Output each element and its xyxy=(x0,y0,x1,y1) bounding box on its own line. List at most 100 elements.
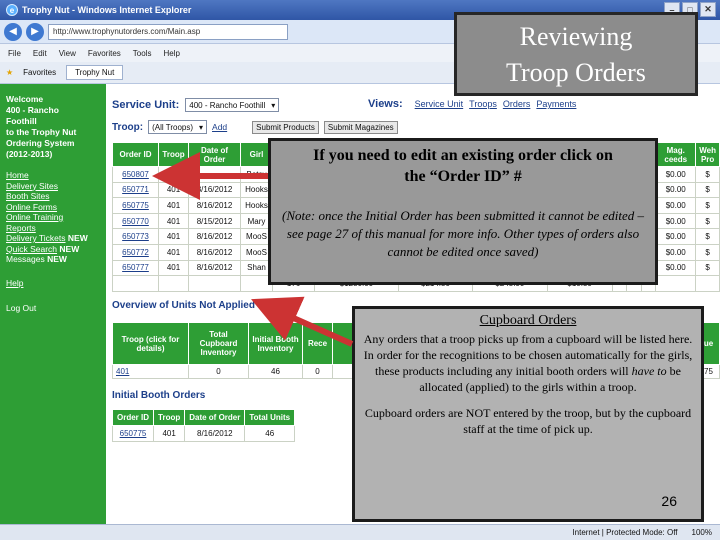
cupboard-paragraph-2: Cupboard orders are NOT entered by the t… xyxy=(364,406,692,436)
units-not-applied-title: Overview of Units Not Applied xyxy=(112,300,255,311)
view-troops[interactable]: Troops xyxy=(469,99,497,109)
cupboard-paragraph-1: Any orders that a troop picks up from a … xyxy=(355,331,701,395)
web-cell: $ xyxy=(695,197,720,214)
mag-cell: $0.00 xyxy=(655,259,697,277)
web-cell: $ xyxy=(695,259,720,277)
troop-value: (All Troops) xyxy=(152,122,194,132)
col-troop: Troop xyxy=(153,409,186,426)
booth-troop: 401 xyxy=(153,425,186,442)
add-troop-link[interactable]: Add xyxy=(212,122,227,132)
menu-view[interactable]: View xyxy=(59,49,76,58)
initial-booth-orders-title: Initial Booth Orders xyxy=(112,390,206,401)
cupboard-value: 0 xyxy=(188,364,249,379)
menu-tools[interactable]: Tools xyxy=(133,49,152,58)
col-order-id: Order ID xyxy=(111,409,155,426)
col-total-units: Total Units xyxy=(244,409,296,426)
service-unit-select[interactable]: 400 - Rancho Foothill ▾ xyxy=(185,98,280,112)
sidebar-item-delivery-tickets[interactable]: Delivery Tickets xyxy=(6,233,66,243)
order-id-link[interactable]: 650775 xyxy=(122,201,149,210)
new-badge: NEW xyxy=(59,243,80,254)
chevron-down-icon: ▾ xyxy=(271,100,276,110)
booth-header-row: Order ID Troop Date of Order Total Units xyxy=(111,409,296,426)
mag-cell: $0.00 xyxy=(655,243,697,261)
favorites-star-icon[interactable]: ★ xyxy=(6,68,13,77)
forward-icon[interactable]: ▶ xyxy=(26,22,44,41)
welcome-line: to the Trophy Nut xyxy=(6,127,77,137)
slide-title-line: Reviewing xyxy=(519,22,633,51)
date-cell: 8/16/2012 xyxy=(188,259,241,277)
troop-row: Troop: (All Troops) ▾ Add Submit Products… xyxy=(112,120,398,134)
welcome-line: Foothill xyxy=(6,116,37,126)
cupboard-emphasis: have to xyxy=(631,364,667,378)
menu-favorites[interactable]: Favorites xyxy=(88,49,121,58)
sidebar-item-messages[interactable]: Messages xyxy=(6,254,45,264)
sidebar-nav: Home Delivery Sites Booth Sites Online F… xyxy=(6,170,100,313)
col-mag-proceeds: Mag. ceeds xyxy=(655,142,697,167)
sidebar-item-quick-search[interactable]: Quick Search xyxy=(6,244,57,254)
edit-instruction: If you need to edit an existing order cl… xyxy=(271,145,655,187)
service-unit-value: 400 - Rancho Foothill xyxy=(189,100,266,110)
web-cell: $ xyxy=(695,166,720,183)
troop-select[interactable]: (All Troops) ▾ xyxy=(148,120,208,134)
menu-help[interactable]: Help xyxy=(163,49,179,58)
sidebar-item-home[interactable]: Home xyxy=(6,170,100,181)
welcome-line: 400 - Rancho xyxy=(6,105,59,115)
sidebar-item-delivery-sites[interactable]: Delivery Sites xyxy=(6,181,100,192)
url-input[interactable]: http://www.trophynutorders.com/Main.asp xyxy=(48,23,288,40)
table-row: 650775 401 8/16/2012 46 xyxy=(111,425,296,442)
col-date: Date of Order xyxy=(188,142,241,167)
mag-cell: $0.00 xyxy=(655,228,697,245)
order-id-link[interactable]: 650773 xyxy=(122,232,149,241)
chevron-down-icon: ▾ xyxy=(199,122,204,132)
cupboard-title: Cupboard Orders xyxy=(479,313,577,328)
sidebar-item-online-forms[interactable]: Online Forms xyxy=(6,202,100,213)
mag-cell: $0.00 xyxy=(655,181,697,199)
submit-products-button[interactable]: Submit Products xyxy=(252,120,319,134)
date-cell xyxy=(188,166,241,183)
edit-note: (Note: once the Initial Order has been s… xyxy=(282,208,644,259)
view-payments[interactable]: Payments xyxy=(536,99,576,109)
view-service-unit[interactable]: Service Unit xyxy=(415,99,464,109)
booth-orders-table: Order ID Troop Date of Order Total Units… xyxy=(111,409,296,442)
submit-magazines-button[interactable]: Submit Magazines xyxy=(323,120,398,134)
back-icon[interactable]: ◀ xyxy=(4,22,22,41)
date-cell: 8/16/2012 xyxy=(188,243,241,261)
view-orders[interactable]: Orders xyxy=(503,99,531,109)
menu-edit[interactable]: Edit xyxy=(33,49,47,58)
security-zone: Internet | Protected Mode: Off xyxy=(572,528,678,537)
col-troop: Troop xyxy=(158,142,189,167)
col-rece: Rece xyxy=(302,322,333,365)
booth-value: 46 xyxy=(248,364,303,379)
order-id-link[interactable]: 650807 xyxy=(122,170,149,179)
browser-tab[interactable]: Trophy Nut xyxy=(66,65,124,80)
status-bar: Internet | Protected Mode: Off 100% xyxy=(0,524,720,540)
date-cell: 8/16/2012 xyxy=(188,197,241,214)
sidebar-item-booth-sites[interactable]: Booth Sites xyxy=(6,191,100,202)
date-cell: 8/15/2012 xyxy=(188,212,241,230)
col-web-pro: Weh Pro xyxy=(695,142,720,167)
order-id-link[interactable]: 650771 xyxy=(122,185,149,194)
unit-troop-link[interactable]: 401 xyxy=(116,367,129,376)
edit-order-callout: If you need to edit an existing order cl… xyxy=(268,138,658,285)
service-unit-label: Service Unit: xyxy=(112,99,180,111)
sidebar-item-reports[interactable]: Reports xyxy=(6,223,100,234)
welcome-line: (2012-2013) xyxy=(6,149,53,159)
new-badge: NEW xyxy=(67,233,88,243)
sidebar-item-help[interactable]: Help xyxy=(6,278,100,289)
close-icon[interactable]: ✕ xyxy=(700,2,716,17)
menu-file[interactable]: File xyxy=(8,49,21,58)
favorites-button[interactable]: Favorites xyxy=(23,68,56,77)
views-row: Views: Service Unit Troops Orders Paymen… xyxy=(368,98,576,110)
zoom-level[interactable]: 100% xyxy=(692,528,712,537)
booth-order-id-link[interactable]: 650775 xyxy=(120,429,147,438)
order-id-link[interactable]: 650777 xyxy=(122,263,149,272)
window-title: Trophy Nut - Windows Internet Explorer xyxy=(22,5,192,15)
date-cell: 8/16/2012 xyxy=(188,228,241,245)
order-id-link[interactable]: 650770 xyxy=(122,217,149,226)
sidebar: Welcome 400 - Rancho Foothill to the Tro… xyxy=(0,84,106,524)
sidebar-item-logout[interactable]: Log Out xyxy=(6,303,36,313)
sidebar-item-online-training[interactable]: Online Training xyxy=(6,212,100,223)
order-id-link[interactable]: 650772 xyxy=(122,248,149,257)
welcome-line: Ordering System xyxy=(6,138,75,148)
booth-date: 8/16/2012 xyxy=(184,425,246,442)
